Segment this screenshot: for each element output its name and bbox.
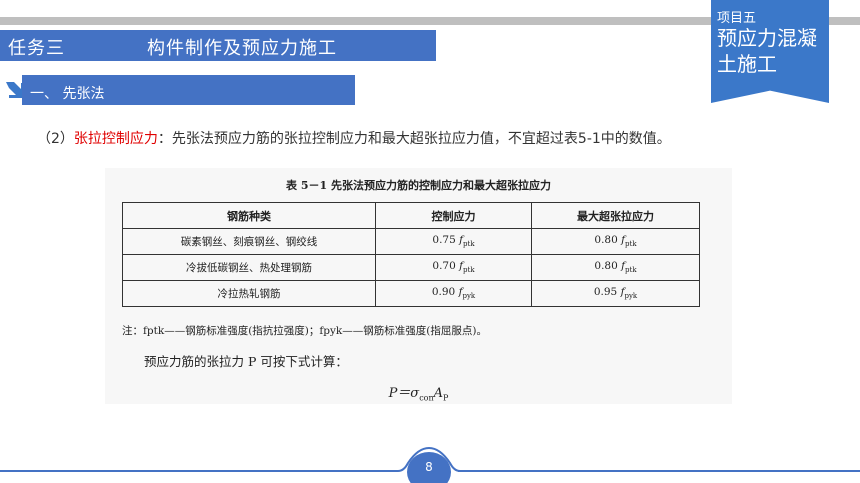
table-cell: 0.95 fpyk [531,280,700,307]
arrow-icon [6,82,24,98]
table-row: 冷拉热轧钢筋 0.90 fpyk 0.95 fpyk [122,280,700,307]
table-row: 碳素钢丝、刻痕钢丝、钢绞线 0.75 fptk 0.80 fptk [122,228,700,255]
highlight-term: 张拉控制应力 [73,131,158,147]
table-header-row: 钢筋种类 控制应力 最大超张拉应力 [122,202,700,229]
paragraph-prefix: （2） [37,131,74,147]
formula: P＝σconAP [388,386,449,403]
table-cell: 碳素钢丝、刻痕钢丝、钢绞线 [122,228,376,255]
project-name: 预应力混凝土施工 [717,26,817,76]
table-cell: 冷拉热轧钢筋 [122,280,376,307]
column-header: 钢筋种类 [122,202,376,229]
footer-line [458,470,860,472]
section-heading-bar: 一、 先张法 [22,75,355,105]
project-ribbon: 项目五 预应力混凝土施工 [711,0,829,103]
table-cell: 冷拔低碳钢丝、热处理钢筋 [122,254,376,281]
table-cell: 0.70 fptk [375,254,532,281]
section-title: 一、 先张法 [30,86,105,102]
body-paragraph: （2）张拉控制应力：先张法预应力筋的张拉控制应力和最大超张拉应力值，不宜超过表5… [37,128,671,148]
task-topic: 构件制作及预应力施工 [147,38,337,59]
column-header: 最大超张拉应力 [531,202,700,229]
stress-table: 钢筋种类 控制应力 最大超张拉应力 碳素钢丝、刻痕钢丝、钢绞线 0.75 fpt… [122,202,700,307]
table-cell: 0.80 fptk [531,254,700,281]
task-title-bar: 任务三 构件制作及预应力施工 [0,30,436,61]
textbook-scan-image: 表 5－1 先张法预应力筋的控制应力和最大超张拉应力 钢筋种类 控制应力 最大超… [105,168,732,404]
table-cell: 0.75 fptk [375,228,532,255]
table-note: 注：fptk——钢筋标准强度(指抗拉强度)；fpyk——钢筋标准强度(指屈服点)… [122,325,487,337]
table-caption: 表 5－1 先张法预应力筋的控制应力和最大超张拉应力 [286,179,551,192]
footer-line [0,470,398,472]
table-cell: 0.80 fptk [531,228,700,255]
paragraph-text: ：先张法预应力筋的张拉控制应力和最大超张拉应力值，不宜超过表5-1中的数值。 [157,131,671,147]
table-cell: 0.90 fpyk [375,280,532,307]
table-row: 冷拔低碳钢丝、热处理钢筋 0.70 fptk 0.80 fptk [122,254,700,281]
calc-text: 预应力筋的张拉力 P 可按下式计算： [144,354,348,369]
task-label: 任务三 [8,38,65,59]
column-header: 控制应力 [375,202,532,229]
page-number: 8 [425,460,433,474]
project-label: 项目五 [717,11,757,26]
